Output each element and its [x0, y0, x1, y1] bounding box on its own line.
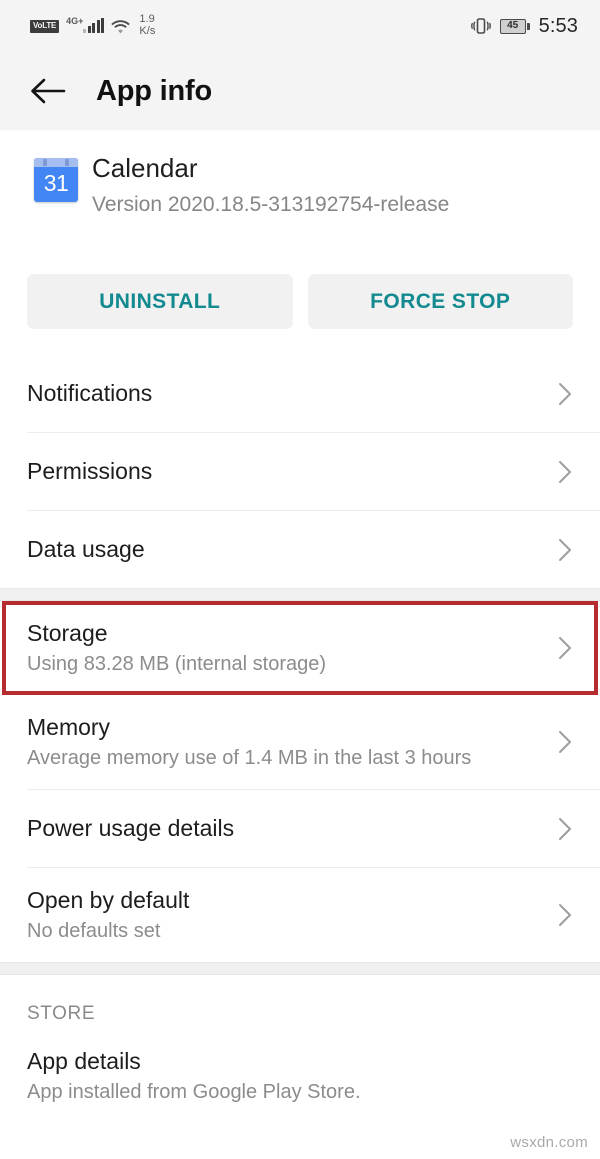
action-button-row: UNINSTALL FORCE STOP [0, 274, 600, 329]
battery-indicator: 45 [499, 18, 530, 34]
storage-row-wrapper: Storage Using 83.28 MB (internal storage… [0, 601, 600, 695]
uninstall-button[interactable]: UNINSTALL [27, 274, 293, 329]
row-text: Storage Using 83.28 MB (internal storage… [27, 615, 326, 682]
app-name: Calendar [92, 153, 198, 183]
list-item-subtitle: App installed from Google Play Store. [27, 1081, 361, 1104]
battery-cap [527, 22, 530, 30]
chevron-right-icon [558, 817, 572, 841]
section-header-store: STORE [27, 1003, 96, 1024]
app-meta: Calendar Version 2020.18.5-313192754-rel… [92, 153, 450, 217]
list-item-label: Power usage details [27, 815, 235, 842]
list-item-app-details[interactable]: App details App installed from Google Pl… [0, 1029, 600, 1123]
chevron-right-icon [558, 903, 572, 927]
list-item-label: App details [27, 1047, 141, 1074]
list-item-label: Notifications [27, 380, 153, 407]
list-item-label: Permissions [27, 458, 153, 485]
cellular-signal-group: 4G+ [66, 16, 105, 33]
back-arrow-icon[interactable] [28, 71, 68, 111]
volte-icon: VoLTE [30, 19, 60, 33]
row-text: Data usage [27, 531, 145, 568]
network-type-label: 4G+ [66, 16, 84, 26]
row-text: Notifications [27, 375, 152, 412]
chevron-right-icon [558, 730, 572, 754]
list-item-notifications[interactable]: Notifications [0, 355, 600, 432]
chevron-right-icon [558, 538, 572, 562]
app-version: Version 2020.18.5-313192754-release [92, 192, 450, 216]
app-icon-container: 31 [28, 154, 84, 202]
settings-section-store: STORE App details App installed from Goo… [0, 975, 600, 1123]
app-bar: App info [0, 52, 600, 130]
list-item-subtitle: No defaults set [27, 920, 161, 943]
calendar-icon-ring-left [43, 159, 47, 166]
list-item-subtitle: Average memory use of 1.4 MB in the last… [27, 747, 472, 770]
chevron-right-icon [558, 382, 572, 406]
battery-level-label: 45 [507, 20, 519, 31]
watermark: wsxdn.com [510, 1134, 588, 1151]
list-item-subtitle: Using 83.28 MB (internal storage) [27, 653, 327, 676]
vibrate-icon [470, 17, 491, 35]
status-bar: VoLTE 4G+ 1.9 K/s 45 5:53 [0, 0, 600, 52]
list-item-label: Memory [27, 713, 111, 740]
calendar-icon: 31 [34, 158, 78, 202]
row-text: App details App installed from Google Pl… [27, 1043, 361, 1110]
list-item-label: Data usage [27, 536, 145, 563]
list-item-label: Open by default [27, 886, 190, 913]
status-bar-clock: 5:53 [538, 14, 578, 37]
section-separator [0, 962, 600, 975]
page-title: App info [96, 74, 212, 107]
row-text: Open by default No defaults set [27, 882, 189, 949]
calendar-icon-header [34, 158, 78, 167]
status-bar-right: 45 5:53 [470, 14, 578, 38]
settings-section-usage: Storage Using 83.28 MB (internal storage… [0, 601, 600, 962]
list-item-power-usage-details[interactable]: Power usage details [0, 790, 600, 867]
app-summary: 31 Calendar Version 2020.18.5-313192754-… [0, 130, 600, 242]
calendar-icon-day: 31 [43, 170, 69, 196]
chevron-right-icon [558, 460, 572, 484]
calendar-icon-ring-right [65, 159, 69, 166]
row-text: Memory Average memory use of 1.4 MB in t… [27, 709, 471, 776]
signal-bars-icon [83, 18, 105, 33]
list-item-permissions[interactable]: Permissions [0, 433, 600, 510]
data-speed-unit: K/s [139, 25, 156, 37]
list-item-label: Storage [27, 619, 108, 646]
row-text: Power usage details [27, 810, 234, 847]
list-item-memory[interactable]: Memory Average memory use of 1.4 MB in t… [0, 695, 600, 789]
list-item-data-usage[interactable]: Data usage [0, 511, 600, 588]
data-speed-indicator: 1.9 K/s [139, 14, 155, 37]
force-stop-button[interactable]: FORCE STOP [307, 274, 573, 329]
list-item-open-by-default[interactable]: Open by default No defaults set [0, 868, 600, 962]
wifi-icon [111, 19, 131, 34]
list-item-storage[interactable]: Storage Using 83.28 MB (internal storage… [0, 601, 600, 695]
settings-section-general: Notifications Permissions Data usage [0, 355, 600, 588]
row-text: Permissions [27, 453, 152, 490]
chevron-right-icon [558, 636, 572, 660]
status-bar-left: VoLTE 4G+ 1.9 K/s [30, 14, 155, 37]
section-separator [0, 588, 600, 601]
battery-body: 45 [499, 18, 526, 34]
